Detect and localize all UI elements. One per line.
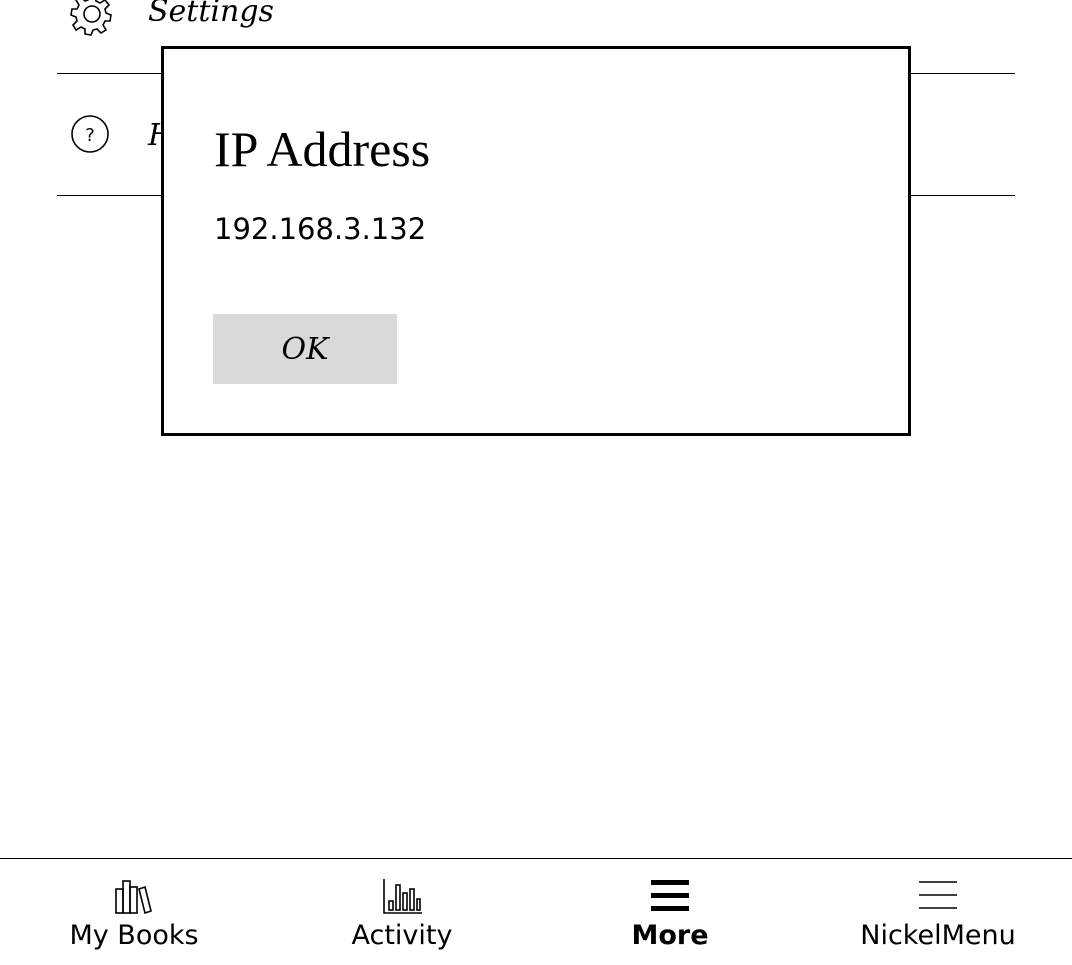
gear-icon bbox=[70, 0, 114, 36]
svg-text:?: ? bbox=[85, 125, 95, 146]
help-icon: ? bbox=[70, 114, 114, 158]
ip-address-dialog: IP Address 192.168.3.132 OK bbox=[161, 46, 911, 436]
menu-bold-icon bbox=[648, 877, 692, 915]
menu-icon bbox=[916, 877, 960, 915]
dialog-title: IP Address bbox=[214, 121, 431, 177]
nav-label: More bbox=[631, 920, 709, 951]
bottom-nav: My Books Activity More NickelMenu bbox=[0, 858, 1072, 965]
menu-item-label: Settings bbox=[148, 0, 274, 29]
nav-item-more[interactable]: More bbox=[536, 859, 804, 965]
nav-label: My Books bbox=[69, 920, 199, 951]
ok-button[interactable]: OK bbox=[213, 314, 397, 384]
nav-label: NickelMenu bbox=[860, 920, 1016, 951]
nav-item-nickelmenu[interactable]: NickelMenu bbox=[804, 859, 1072, 965]
activity-chart-icon bbox=[380, 877, 424, 915]
nav-label: Activity bbox=[351, 920, 453, 951]
nav-item-activity[interactable]: Activity bbox=[268, 859, 536, 965]
dialog-message: 192.168.3.132 bbox=[214, 212, 427, 246]
books-icon bbox=[112, 877, 156, 915]
nav-item-my-books[interactable]: My Books bbox=[0, 859, 268, 965]
